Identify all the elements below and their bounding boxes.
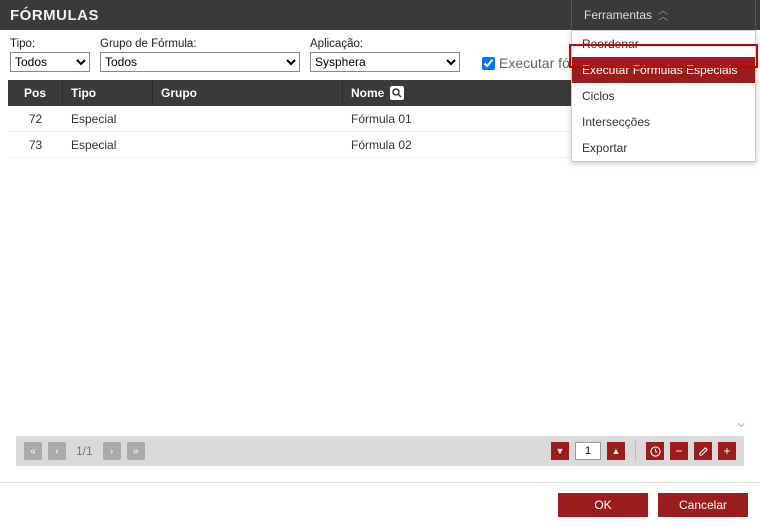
pager-next[interactable]: ›: [103, 442, 121, 460]
col-header-grupo[interactable]: Grupo: [153, 80, 343, 106]
pager-first[interactable]: «: [24, 442, 42, 460]
chevron-up-icon: ︿︿: [658, 9, 668, 21]
tools-dropdown: Reordenar Executar Fórmulas Especiais Ci…: [571, 30, 756, 162]
label-tipo: Tipo:: [10, 38, 90, 50]
cancel-button[interactable]: Cancelar: [658, 493, 748, 517]
cell-pos: 73: [8, 138, 63, 152]
pager-prev[interactable]: ‹: [48, 442, 66, 460]
col-header-tipo[interactable]: Tipo: [63, 80, 153, 106]
page-down-button[interactable]: ▼: [551, 442, 569, 460]
page-up-button[interactable]: ▲: [607, 442, 625, 460]
pager-last[interactable]: »: [127, 442, 145, 460]
tools-tab-label: Ferramentas: [584, 8, 652, 22]
select-app[interactable]: Sysphera: [310, 52, 460, 72]
search-icon[interactable]: [390, 86, 404, 100]
label-grupo: Grupo de Fórmula:: [100, 38, 300, 50]
select-tipo[interactable]: Todos: [10, 52, 90, 72]
chevron-down-icon: ⌄: [735, 412, 748, 432]
edit-icon[interactable]: [694, 442, 712, 460]
page-input[interactable]: [575, 442, 601, 460]
select-grupo[interactable]: Todos: [100, 52, 300, 72]
cell-pos: 72: [8, 112, 63, 126]
tools-item-interseccoes[interactable]: Intersecções: [572, 109, 755, 135]
tools-item-ciclos[interactable]: Ciclos: [572, 83, 755, 109]
clock-icon[interactable]: [646, 442, 664, 460]
cell-tipo: Especial: [63, 138, 153, 152]
footer-bar: OK Cancelar: [0, 482, 760, 527]
divider: [635, 441, 636, 461]
pager-bar: « ‹ 1/1 › » ▼ ▲ − +: [16, 436, 744, 466]
pager-text: 1/1: [76, 444, 93, 458]
plus-icon[interactable]: +: [718, 442, 736, 460]
tools-tab[interactable]: Ferramentas ︿︿: [571, 0, 756, 30]
label-app: Aplicação:: [310, 38, 460, 50]
col-header-nome-label: Nome: [351, 86, 384, 100]
ok-button[interactable]: OK: [558, 493, 648, 517]
col-header-pos[interactable]: Pos: [8, 80, 63, 106]
cell-tipo: Especial: [63, 112, 153, 126]
run-order-checkbox[interactable]: [482, 57, 495, 70]
header-bar: FÓRMULAS Ferramentas ︿︿: [0, 0, 760, 30]
tools-item-executar-formulas-especiais[interactable]: Executar Fórmulas Especiais: [572, 57, 755, 83]
minus-icon[interactable]: −: [670, 442, 688, 460]
tools-item-reordenar[interactable]: Reordenar: [572, 31, 755, 57]
tools-item-exportar[interactable]: Exportar: [572, 135, 755, 161]
page-title: FÓRMULAS: [10, 7, 99, 24]
